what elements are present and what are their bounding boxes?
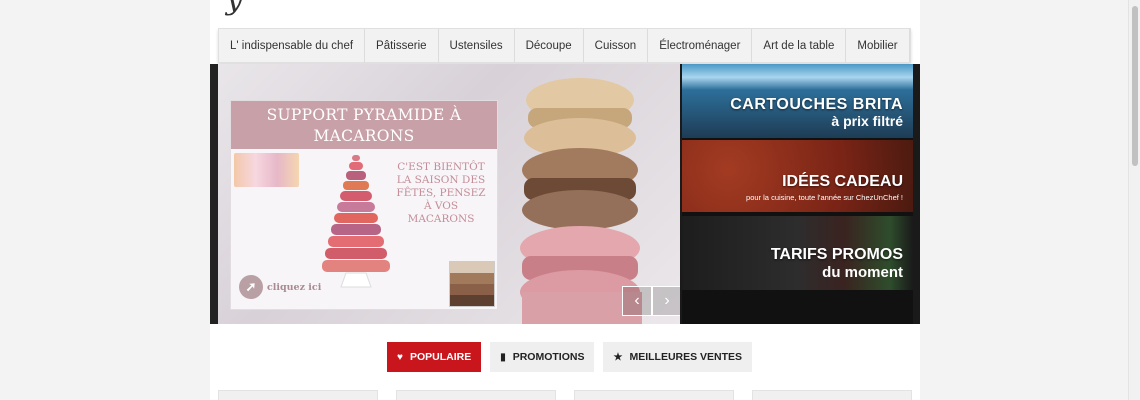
tab-promotions-label: PROMOTIONS [512, 351, 585, 363]
banner-tarifs-promos[interactable]: TARIFS PROMOS du moment [682, 216, 913, 290]
promo-link[interactable]: ➚ cliquez ici [239, 275, 321, 299]
nav-item-cuisson[interactable]: Cuisson [584, 29, 649, 62]
macarons-thumbnail [234, 153, 299, 187]
promo-link-label: cliquez ici [267, 281, 322, 293]
site-logo[interactable]: y [226, 0, 243, 17]
product-card[interactable] [752, 390, 912, 400]
banner-tarifs-promos-title: TARIFS PROMOS [770, 246, 903, 263]
nav-item-ustensiles[interactable]: Ustensiles [439, 29, 515, 62]
nav-item-indispensable[interactable]: L' indispensable du chef [219, 29, 366, 62]
nav-item-art-de-la-table[interactable]: Art de la table [752, 29, 847, 62]
product-tabs: ♥ POPULAIRE ▮ PROMOTIONS ★ MEILLEURES VE… [387, 342, 753, 372]
slider-next-button[interactable]: › [652, 286, 680, 316]
macaron-stack-thumbnail [449, 261, 495, 307]
page-container: y L' indispensable du chef Pâtisserie Us… [210, 0, 920, 400]
tab-promotions[interactable]: ▮ PROMOTIONS [490, 342, 595, 372]
nav-item-electromenager[interactable]: Électroménager [648, 29, 753, 62]
side-banners: CARTOUCHES BRITA à prix filtré IDÉES CAD… [682, 64, 913, 324]
hero-slide[interactable]: SUPPORT PYRAMIDE À MACARONS C'EST BIENTÔ… [218, 64, 680, 324]
banner-idees-cadeau-title: IDÉES CADEAU [782, 173, 903, 190]
tab-populaire-label: POPULAIRE [409, 351, 472, 363]
banner-brita[interactable]: CARTOUCHES BRITA à prix filtré [682, 64, 913, 138]
slide-edge [210, 64, 218, 324]
tab-populaire[interactable]: ♥ POPULAIRE [387, 342, 482, 372]
macaron-pyramid-image [322, 155, 390, 288]
banner-brita-subtitle: à prix filtré [831, 113, 903, 129]
product-grid [218, 390, 912, 400]
tab-meilleures-ventes-label: MEILLEURES VENTES [629, 351, 743, 363]
slider-prev-button[interactable]: ‹ [622, 286, 652, 316]
page-scrollbar[interactable] [1128, 0, 1140, 400]
banner-tarifs-promos-subtitle: du moment [822, 264, 903, 281]
heart-icon: ♥ [397, 351, 403, 363]
promo-text: C'EST BIENTÔT LA SAISON DES FÊTES, PENSE… [396, 161, 486, 225]
star-icon: ★ [613, 351, 623, 363]
product-card[interactable] [574, 390, 734, 400]
promo-title: SUPPORT PYRAMIDE À MACARONS [231, 101, 497, 149]
product-card[interactable] [218, 390, 378, 400]
banner-brita-title: CARTOUCHES BRITA [730, 96, 903, 113]
nav-item-mobilier[interactable]: Mobilier [846, 29, 910, 62]
banner-idees-cadeau[interactable]: IDÉES CADEAU pour la cuisine, toute l'an… [682, 140, 913, 212]
bookmark-icon: ▮ [500, 351, 506, 363]
promo-card[interactable]: SUPPORT PYRAMIDE À MACARONS C'EST BIENTÔ… [230, 100, 498, 310]
slider-controls: ‹ › [622, 286, 680, 316]
scrollbar-thumb[interactable] [1132, 6, 1138, 166]
product-card[interactable] [396, 390, 556, 400]
banner-idees-cadeau-subtitle: pour la cuisine, toute l'année sur ChezU… [746, 193, 903, 202]
tab-meilleures-ventes[interactable]: ★ MEILLEURES VENTES [603, 342, 753, 372]
nav-item-patisserie[interactable]: Pâtisserie [365, 29, 439, 62]
nav-item-decoupe[interactable]: Découpe [515, 29, 584, 62]
arrow-icon: ➚ [239, 275, 263, 299]
main-navigation: L' indispensable du chef Pâtisserie Uste… [218, 28, 911, 63]
hero-section: SUPPORT PYRAMIDE À MACARONS C'EST BIENTÔ… [210, 64, 920, 324]
